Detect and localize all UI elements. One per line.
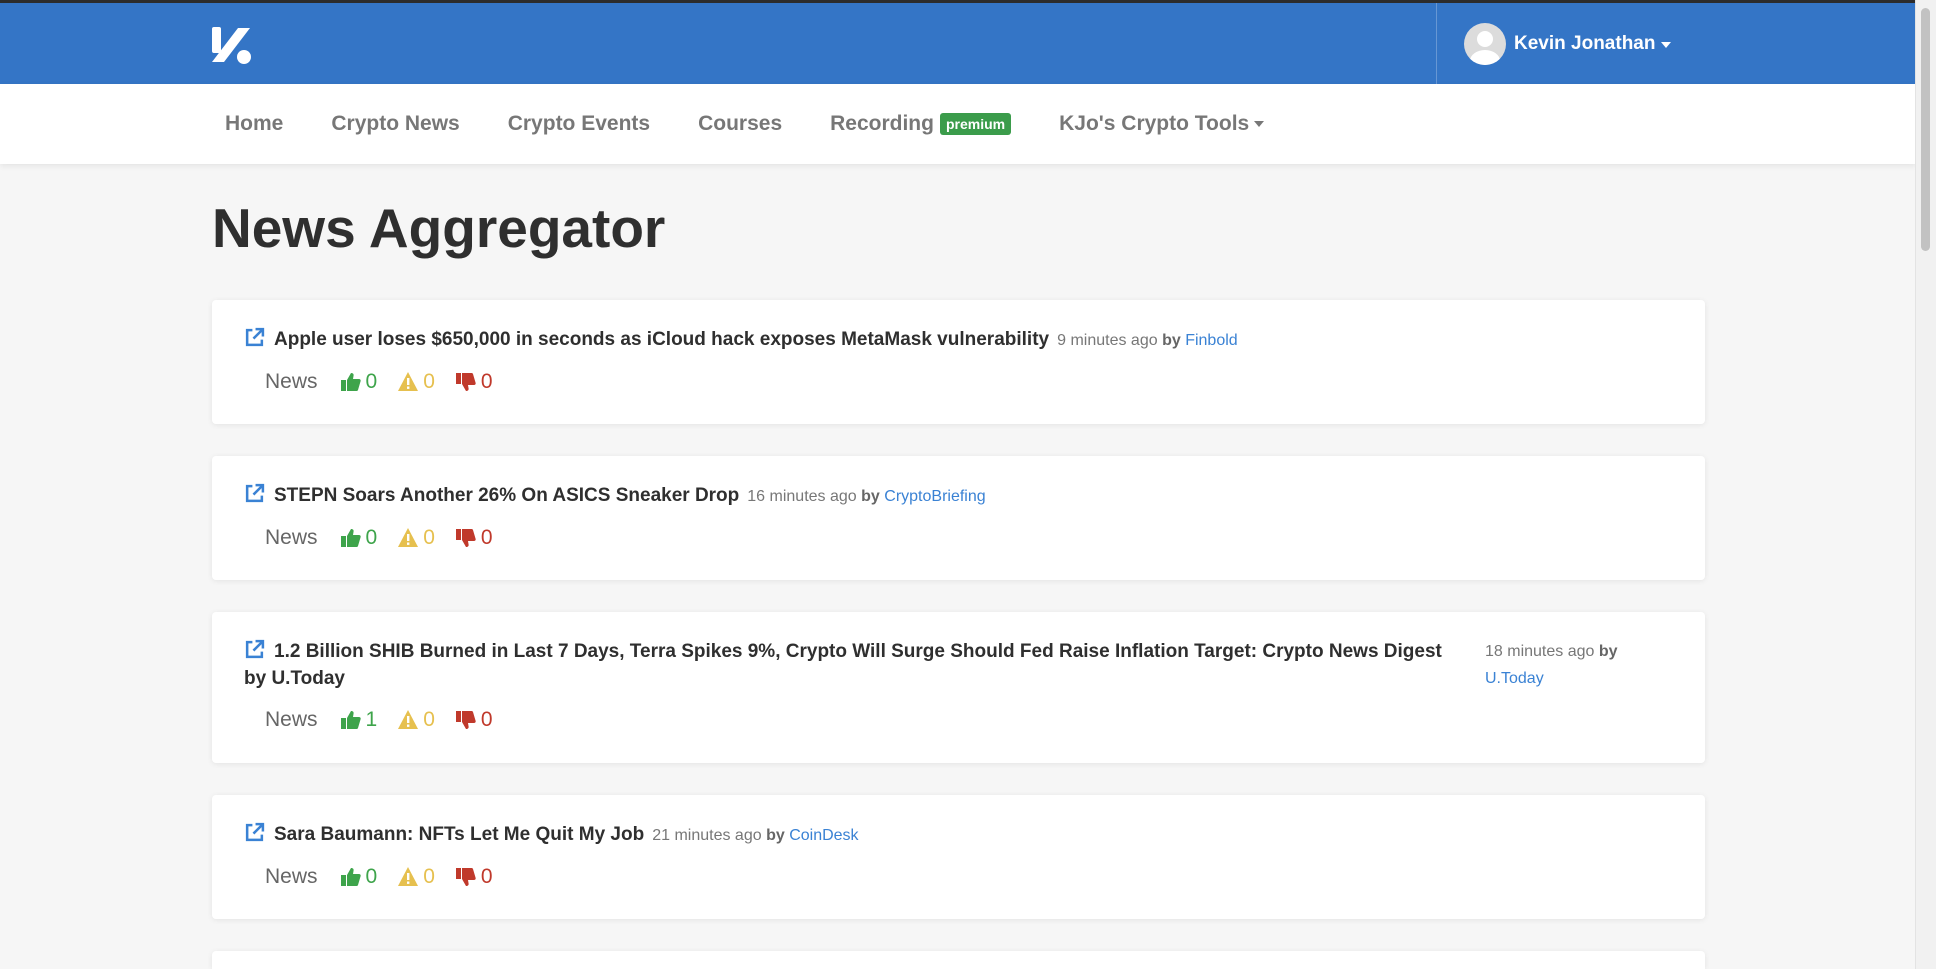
downvote-count: 0: [480, 370, 493, 393]
upvote-button[interactable]: 1: [340, 708, 378, 732]
nav-crypto-tools-dropdown[interactable]: KJo's Crypto Tools: [1059, 112, 1265, 136]
downvote-count: 0: [480, 708, 493, 731]
thumbs-up-icon: [340, 711, 361, 729]
upvote-button[interactable]: 0: [340, 370, 378, 394]
article-category: News: [265, 865, 318, 888]
top-bar: Kevin Jonathan: [0, 0, 1916, 87]
article-time: 9 minutes ago: [1057, 332, 1158, 349]
thumbs-down-icon: [455, 373, 476, 391]
by-label: by: [766, 827, 785, 844]
thumbs-up-icon: [340, 529, 361, 547]
nav-label[interactable]: Courses: [698, 112, 782, 136]
downvote-count: 0: [480, 526, 493, 549]
thumbs-down-icon: [455, 868, 476, 886]
article-title[interactable]: STEPN Soars Another 26% On ASICS Sneaker…: [274, 485, 739, 506]
nav-crypto-events[interactable]: Crypto Events: [508, 112, 650, 136]
warning-count: 0: [423, 370, 435, 393]
warning-count: 0: [423, 708, 435, 731]
external-link-icon[interactable]: [244, 327, 265, 348]
nav-courses[interactable]: Courses: [698, 112, 782, 136]
news-card: STEPN Soars Another 26% On ASICS Sneaker…: [212, 456, 1705, 580]
warning-button[interactable]: 0: [397, 526, 435, 550]
upvote-count: 0: [365, 526, 378, 549]
main-nav: Home Crypto News Crypto Events Courses R…: [0, 84, 1916, 164]
upvote-count: 0: [365, 370, 378, 393]
user-menu[interactable]: Kevin Jonathan: [1464, 23, 1672, 65]
nav-label[interactable]: Recording: [830, 112, 934, 136]
downvote-button[interactable]: 0: [455, 526, 493, 550]
upvote-button[interactable]: 0: [340, 526, 378, 550]
page-scrollbar[interactable]: [1915, 0, 1936, 969]
article-source[interactable]: CryptoBriefing: [884, 488, 985, 505]
news-card: 1.2 Billion SHIB Burned in Last 7 Days, …: [212, 612, 1705, 763]
upvote-count: 0: [365, 865, 378, 888]
nav-label[interactable]: KJo's Crypto Tools: [1059, 112, 1249, 136]
warning-button[interactable]: 0: [397, 708, 435, 732]
nav-label[interactable]: Crypto Events: [508, 112, 650, 136]
user-name[interactable]: Kevin Jonathan: [1514, 33, 1655, 55]
chevron-down-icon[interactable]: [1254, 121, 1265, 127]
external-link-icon[interactable]: [244, 639, 265, 660]
page-title: News Aggregator: [212, 197, 666, 259]
nav-label[interactable]: Home: [225, 112, 283, 136]
warning-count: 0: [423, 526, 435, 549]
news-card: Sara Baumann: NFTs Let Me Quit My Job 21 …: [212, 795, 1705, 919]
by-label: by: [861, 488, 880, 505]
external-link-icon[interactable]: [244, 822, 265, 843]
nav-crypto-news[interactable]: Crypto News: [331, 112, 459, 136]
article-category: News: [265, 708, 318, 731]
downvote-button[interactable]: 0: [455, 708, 493, 732]
thumbs-down-icon: [455, 711, 476, 729]
warning-icon: [398, 528, 419, 547]
scrollbar-thumb[interactable]: [1921, 8, 1930, 251]
news-card-partial: [212, 951, 1705, 969]
warning-count: 0: [423, 865, 435, 888]
upvote-button[interactable]: 0: [340, 865, 378, 889]
topbar-divider: [1436, 3, 1437, 87]
article-title[interactable]: 1.2 Billion SHIB Burned in Last 7 Days, …: [244, 641, 1442, 689]
thumbs-up-icon: [340, 868, 361, 886]
article-time: 21 minutes ago: [652, 827, 762, 844]
news-card: Apple user loses $650,000 in seconds as …: [212, 300, 1705, 424]
article-category: News: [265, 370, 318, 393]
article-title[interactable]: Apple user loses $650,000 in seconds as …: [274, 329, 1049, 350]
article-title[interactable]: Sara Baumann: NFTs Let Me Quit My Job: [274, 824, 644, 845]
warning-icon: [398, 867, 419, 886]
by-label: by: [1598, 643, 1618, 660]
upvote-count: 1: [365, 708, 378, 731]
article-source[interactable]: CoinDesk: [789, 827, 858, 844]
article-source[interactable]: U.Today: [1485, 670, 1544, 687]
warning-icon: [398, 372, 419, 391]
article-time: 16 minutes ago: [747, 488, 857, 505]
downvote-count: 0: [480, 865, 493, 888]
nav-home[interactable]: Home: [225, 112, 283, 136]
premium-badge: premium: [939, 113, 1012, 135]
chevron-down-icon[interactable]: [1661, 42, 1672, 48]
avatar[interactable]: [1464, 23, 1506, 65]
nav-label[interactable]: Crypto News: [331, 112, 459, 136]
logo-icon[interactable]: [208, 24, 254, 68]
warning-icon: [398, 710, 419, 729]
article-time: 18 minutes ago: [1485, 643, 1595, 660]
by-label: by: [1162, 332, 1181, 349]
downvote-button[interactable]: 0: [455, 865, 493, 889]
downvote-button[interactable]: 0: [455, 370, 493, 394]
nav-recording[interactable]: Recording premium: [830, 112, 1012, 136]
warning-button[interactable]: 0: [397, 370, 435, 394]
article-category: News: [265, 526, 318, 549]
thumbs-down-icon: [455, 529, 476, 547]
thumbs-up-icon: [340, 373, 361, 391]
external-link-icon[interactable]: [244, 483, 265, 504]
article-source[interactable]: Finbold: [1185, 332, 1237, 349]
warning-button[interactable]: 0: [397, 865, 435, 889]
